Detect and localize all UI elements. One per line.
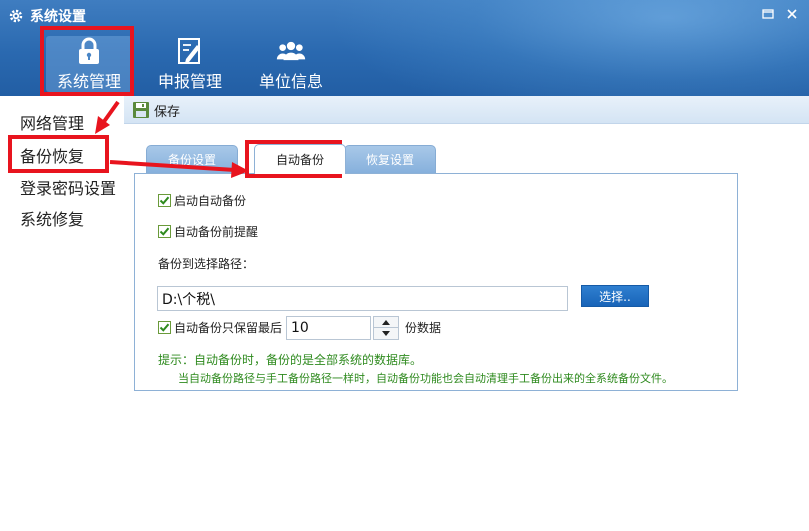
- tab-backup-settings[interactable]: 备份设置: [146, 145, 238, 173]
- tab-restore-settings[interactable]: 恢复设置: [344, 145, 436, 173]
- keep-count-unit: 份数据: [405, 321, 442, 335]
- backup-path-label: 备份到选择路径：: [158, 257, 255, 271]
- enable-auto-backup-row[interactable]: 启动自动备份: [158, 192, 246, 208]
- spin-down-button[interactable]: [374, 328, 398, 339]
- remind-before-backup-row[interactable]: 自动备份前提醒: [158, 223, 258, 239]
- hint-line-1: 提示：自动备份时，备份的是全部系统的数据库。: [158, 353, 423, 367]
- title-bar: 系统设置: [8, 6, 86, 26]
- enable-auto-backup-checkbox[interactable]: [158, 193, 171, 207]
- save-button[interactable]: 保存: [132, 101, 181, 120]
- remind-before-backup-label: 自动备份前提醒: [174, 224, 259, 239]
- report-edit-icon: [178, 37, 200, 64]
- restore-button[interactable]: [760, 6, 776, 22]
- keep-count-spinner: [373, 316, 399, 340]
- sidebar-item-login-password[interactable]: 登录密码设置: [20, 175, 116, 199]
- keep-last-backups-checkbox[interactable]: [158, 320, 171, 334]
- keep-last-backups-label: 自动备份只保留最后: [174, 320, 283, 335]
- annotation-box-system-management: [40, 26, 134, 96]
- triangle-up-icon: [382, 319, 390, 325]
- annotation-box-backup-restore: [8, 135, 109, 173]
- spin-up-button[interactable]: [374, 317, 398, 328]
- keep-last-backups-row[interactable]: 自动备份只保留最后: [158, 319, 282, 335]
- save-label: 保存: [154, 104, 181, 120]
- nav-unit-info[interactable]: 单位信息: [254, 36, 328, 92]
- gear-icon: [9, 9, 23, 23]
- nav-label: 申报管理: [157, 72, 222, 91]
- tab-auto-backup[interactable]: 自动备份: [254, 144, 346, 174]
- backup-path-input[interactable]: [157, 286, 568, 311]
- restore-icon: [762, 9, 774, 19]
- keep-count-input[interactable]: [286, 316, 371, 340]
- window-title: 系统设置: [30, 9, 86, 25]
- save-icon: [133, 102, 149, 118]
- triangle-down-icon: [382, 331, 390, 336]
- sidebar-item-system-repair[interactable]: 系统修复: [20, 206, 84, 230]
- nav-label: 单位信息: [258, 72, 323, 91]
- remind-before-backup-checkbox[interactable]: [158, 224, 171, 238]
- choose-path-button[interactable]: 选择..: [581, 285, 649, 307]
- check-icon: [159, 323, 170, 332]
- header-glow: [329, 0, 809, 96]
- sidebar-item-network[interactable]: 网络管理: [20, 110, 84, 134]
- enable-auto-backup-label: 启动自动备份: [174, 193, 247, 208]
- hint-line-2: 当自动备份路径与手工备份路径一样时，自动备份功能也会自动清理手工备份出来的全系统…: [178, 372, 673, 385]
- check-icon: [159, 196, 170, 205]
- close-button[interactable]: [784, 6, 800, 22]
- users-icon: [276, 41, 306, 60]
- check-icon: [159, 227, 170, 236]
- nav-report-management[interactable]: 申报管理: [154, 36, 226, 92]
- close-icon: [787, 9, 797, 19]
- annotation-arrow-down: [95, 100, 120, 134]
- toolbar: 保存: [124, 96, 809, 124]
